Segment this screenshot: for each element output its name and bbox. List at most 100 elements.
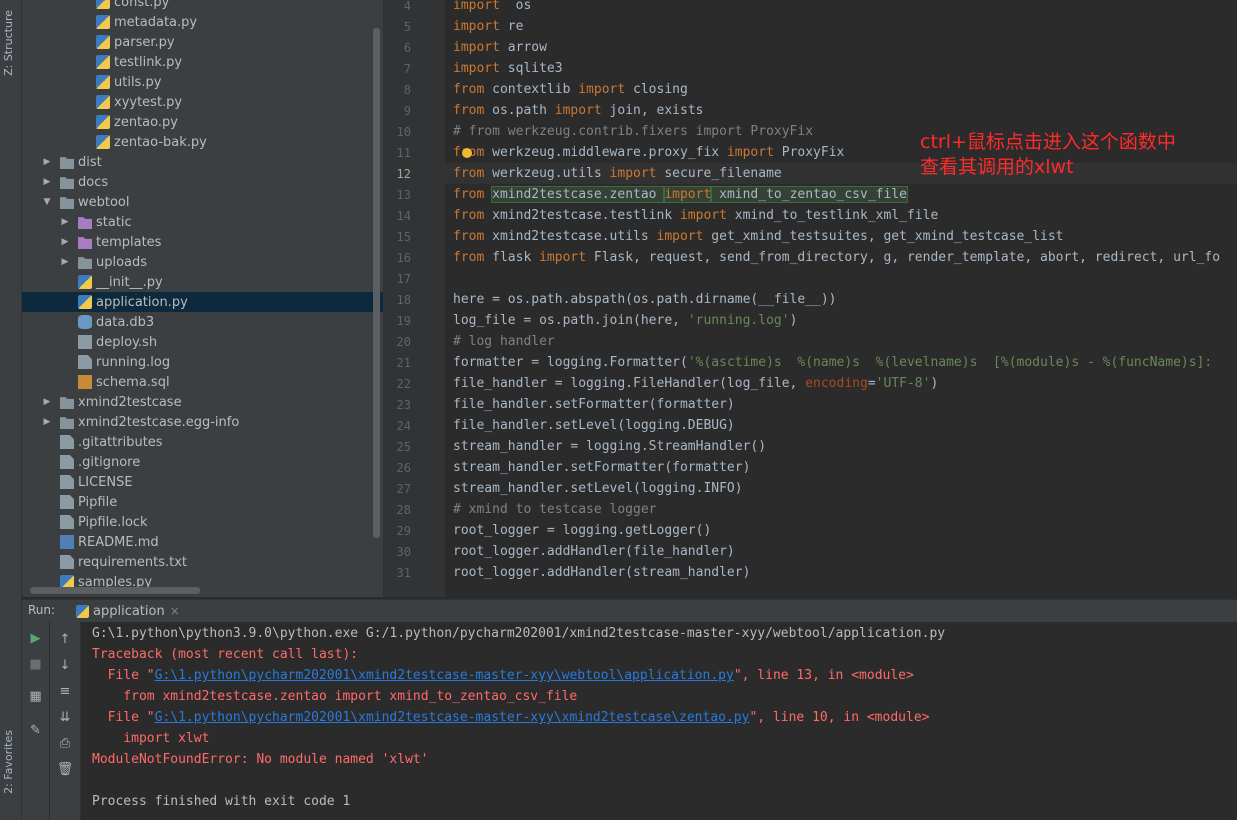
code-token: import (453, 61, 500, 76)
code-token: xmind2testcase.zentao (491, 186, 666, 203)
chevron-right-icon[interactable]: ▶ (60, 237, 70, 247)
tree-item[interactable]: xyytest.py (22, 92, 383, 112)
code-token: '%(asctime)s %(name)s %(levelname)s [%(m… (687, 355, 1213, 370)
layout-icon[interactable]: ▦ (22, 685, 49, 707)
code-editor[interactable]: import os import re import arrow import sql… (445, 0, 1237, 597)
tree-item[interactable]: ▶ static (22, 212, 383, 232)
chevron-right-icon[interactable]: ▶ (42, 157, 52, 167)
scroll-to-end-icon[interactable]: ⇊ (50, 706, 80, 728)
code-line: from xmind2testcase.zentao import xmind_… (453, 184, 908, 205)
file-link[interactable]: G:\1.python\pycharm202001\xmind2testcase… (155, 668, 734, 683)
tree-item-label: dist (78, 154, 102, 170)
tree-item[interactable]: Pipfile (22, 492, 383, 512)
chevron-right-icon[interactable]: ▶ (42, 177, 52, 187)
tree-item[interactable]: .gitattributes (22, 432, 383, 452)
tree-item[interactable]: ▶ dist (22, 152, 383, 172)
run-tab-application[interactable]: application × (70, 600, 186, 624)
line-number: 24 (396, 419, 411, 433)
text-file-icon (60, 555, 74, 569)
tree-item[interactable]: testlink.py (22, 52, 383, 72)
rerun-icon[interactable]: ▶ (22, 627, 49, 649)
line-number: 22 (396, 377, 411, 391)
project-vertical-scrollbar[interactable] (373, 28, 380, 538)
pin-icon[interactable]: ✎ (22, 719, 49, 741)
code-token: # from werkzeug.contrib.fixers import Pr… (453, 124, 814, 139)
console-output[interactable]: G:\1.python\python3.9.0\python.exe G:/1.… (81, 622, 1237, 820)
code-token: xmind_to_testlink_xml_file (726, 208, 939, 223)
tree-item-label: data.db3 (96, 314, 155, 330)
scroll-up-icon[interactable]: ↑ (50, 628, 80, 650)
code-token: ) (930, 376, 939, 391)
structure-tool-tab[interactable]: Z: Structure (2, 10, 15, 76)
project-tree-panel: const.py metadata.py parser.py testlink.py u… (22, 0, 383, 597)
code-line: from os.path import join, exists (453, 100, 703, 121)
tree-item[interactable]: __init__.py (22, 272, 383, 292)
python-file-icon (96, 0, 110, 9)
tree-item[interactable]: parser.py (22, 32, 383, 52)
code-token: ) (789, 313, 798, 328)
tree-item[interactable]: README.md (22, 532, 383, 552)
project-horizontal-scrollbar[interactable] (30, 587, 200, 594)
chevron-right-icon[interactable]: ▶ (60, 257, 70, 267)
tree-item[interactable]: ▼ webtool (22, 192, 383, 212)
tree-item[interactable]: schema.sql (22, 372, 383, 392)
file-link[interactable]: G:\1.python\pycharm202001\xmind2testcase… (155, 710, 750, 725)
tree-item[interactable]: metadata.py (22, 12, 383, 32)
intention-bulb-icon[interactable] (462, 148, 472, 158)
console-text: File " (92, 710, 155, 725)
code-token: secure_filename (656, 166, 782, 181)
close-icon[interactable]: × (170, 604, 180, 618)
tree-item[interactable]: zentao.py (22, 112, 383, 132)
code-token: root_logger.addHandler(file_handler) (453, 544, 735, 559)
tree-item[interactable]: const.py (22, 0, 383, 12)
folder-icon (60, 177, 74, 189)
text-file-icon (60, 515, 74, 529)
scroll-down-icon[interactable]: ↓ (50, 654, 80, 676)
python-file-icon (96, 35, 110, 49)
tree-item[interactable]: Pipfile.lock (22, 512, 383, 532)
code-token: # xmind to testcase logger (453, 502, 657, 517)
console-text: import xlwt (92, 731, 210, 746)
tree-item[interactable]: LICENSE (22, 472, 383, 492)
tree-item[interactable]: ▶ uploads (22, 252, 383, 272)
tree-item[interactable]: running.log (22, 352, 383, 372)
tree-item[interactable]: application.py (22, 292, 383, 312)
module-folder-icon (60, 397, 74, 409)
trash-icon[interactable]: 🗑 (50, 758, 80, 780)
code-token: Flask, request, send_from_directory, g, … (586, 250, 1221, 265)
tree-item[interactable]: ▶ docs (22, 172, 383, 192)
print-icon[interactable]: ⎙ (50, 732, 80, 754)
tree-item[interactable]: ▶ xmind2testcase (22, 392, 383, 412)
annotation-line-1: ctrl+鼠标点击进入这个函数中 (920, 131, 1176, 153)
stop-icon[interactable]: ■ (22, 653, 49, 675)
code-token: xmind2testcase.testlink (484, 208, 680, 223)
text-file-icon (60, 435, 74, 449)
code-token: import (656, 229, 704, 244)
code-line: from flask import Flask, request, send_f… (453, 247, 1220, 268)
tree-item[interactable]: ▶ xmind2testcase.egg-info (22, 412, 383, 432)
tree-item-label: Pipfile (78, 494, 118, 510)
tree-item[interactable]: zentao-bak.py (22, 132, 383, 152)
tree-item[interactable]: data.db3 (22, 312, 383, 332)
soft-wrap-icon[interactable]: ≡ (50, 680, 80, 702)
tree-item-label: schema.sql (96, 374, 170, 390)
code-token: from (453, 250, 485, 265)
tree-item[interactable]: utils.py (22, 72, 383, 92)
chevron-right-icon[interactable]: ▶ (42, 417, 52, 427)
chevron-down-icon[interactable]: ▼ (42, 197, 52, 207)
chevron-right-icon[interactable]: ▶ (60, 217, 70, 227)
tree-item[interactable]: requirements.txt (22, 552, 383, 572)
code-token: import (679, 208, 727, 223)
tree-item[interactable]: ▶ templates (22, 232, 383, 252)
annotation-line-2: 查看其调用的xlwt (920, 156, 1074, 178)
python-icon (76, 604, 89, 618)
line-number: 13 (396, 188, 411, 202)
tree-item[interactable]: .gitignore (22, 452, 383, 472)
text-file-icon (60, 475, 74, 489)
tree-item[interactable]: deploy.sh (22, 332, 383, 352)
chevron-right-icon[interactable]: ▶ (42, 397, 52, 407)
line-number: 19 (396, 314, 411, 328)
run-label: Run: (28, 603, 56, 617)
favorites-tool-tab[interactable]: 2: Favorites (2, 730, 15, 794)
code-token: xmind2testcase.utils (484, 229, 657, 244)
